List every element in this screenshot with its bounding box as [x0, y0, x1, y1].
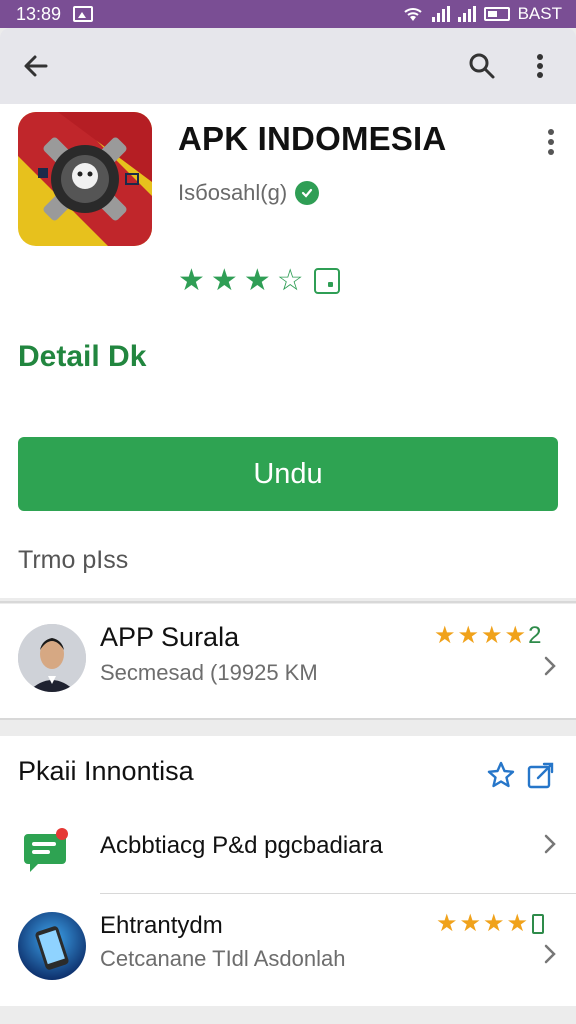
- star-full-icon: ★: [457, 622, 480, 649]
- list-item-title: Ehtrantydm: [100, 912, 223, 939]
- avatar: [18, 624, 86, 692]
- status-bar: 13:89 BAST: [0, 0, 576, 28]
- star-full-icon: ★: [481, 622, 503, 649]
- divider: [100, 893, 576, 894]
- list-item-chevron[interactable]: [538, 940, 562, 968]
- star-full-icon: ★: [436, 910, 458, 937]
- phone-app-icon: [18, 912, 86, 980]
- star-full-icon: ★: [243, 264, 271, 297]
- developer-card-rating: ★ ★ ★ ★ 2: [434, 624, 541, 648]
- search-button[interactable]: [458, 42, 506, 90]
- overflow-menu-button[interactable]: [516, 42, 564, 90]
- wifi-icon: [403, 8, 422, 21]
- star-half-icon: ☆: [276, 264, 304, 297]
- developer-card-name: APP Surala: [100, 622, 240, 652]
- install-button[interactable]: Undu: [18, 437, 558, 511]
- list-item-title: Acbbtiacg P&d pgcbadiara: [100, 832, 383, 859]
- section-label: Trmo pIss: [18, 546, 129, 574]
- status-right-text: BAST: [517, 4, 562, 23]
- back-button[interactable]: [12, 42, 60, 90]
- content-rating-icon: [313, 268, 340, 294]
- star-full-icon: ★: [434, 622, 456, 649]
- list-item-chevron[interactable]: [538, 830, 562, 858]
- chevron-right-icon: [544, 834, 556, 854]
- image-notification-icon: [73, 6, 94, 22]
- star-full-icon: ★: [483, 910, 505, 937]
- more-vert-icon: [537, 54, 543, 78]
- star-full-icon: ★: [504, 622, 527, 649]
- chevron-right-icon: [544, 944, 556, 964]
- app-icon[interactable]: [18, 112, 152, 246]
- app-title: APK INDOMESIA: [178, 120, 447, 157]
- app-more-button[interactable]: [536, 124, 566, 160]
- message-icon: [24, 828, 68, 872]
- chevron-right-icon: [544, 656, 556, 676]
- detail-heading: Detail Dk: [18, 340, 147, 373]
- rating-badge: 2: [528, 622, 542, 649]
- developer-card-chevron[interactable]: [538, 652, 562, 680]
- verified-badge-icon: [295, 181, 320, 205]
- star-full-icon: ★: [178, 264, 205, 297]
- list-item-rating: ★ ★ ★ ★: [436, 910, 545, 937]
- battery-icon: [483, 7, 510, 21]
- app-logo-icon: [18, 112, 152, 246]
- status-time: 13:89: [16, 3, 62, 24]
- signal-icon: [431, 6, 450, 22]
- app-toolbar: [0, 28, 576, 104]
- list-section-title: Pkaii Innontisa: [18, 756, 194, 786]
- signal-2-icon: [457, 6, 476, 22]
- arrow-back-icon: [24, 55, 48, 77]
- divider: [0, 601, 576, 603]
- star-full-icon: ★: [210, 264, 238, 297]
- share-icon[interactable]: [526, 760, 556, 790]
- app-rating: ★ ★ ★ ☆: [178, 266, 340, 296]
- developer-name: Isбosahl(g): [178, 180, 288, 205]
- developer-line[interactable]: Isбosahl(g): [178, 180, 320, 206]
- star-full-icon: ★: [506, 910, 529, 937]
- list-item-subtitle: Cetcanane TIdl Asdonlah: [100, 946, 346, 971]
- developer-card-subtitle: Secmesad (19925 KM: [100, 660, 318, 685]
- battery-outline-icon: [532, 914, 545, 934]
- more-vert-icon: [548, 129, 554, 155]
- divider: [0, 718, 576, 720]
- star-outline-icon[interactable]: [486, 760, 516, 790]
- star-full-icon: ★: [459, 910, 482, 937]
- search-icon: [469, 53, 495, 79]
